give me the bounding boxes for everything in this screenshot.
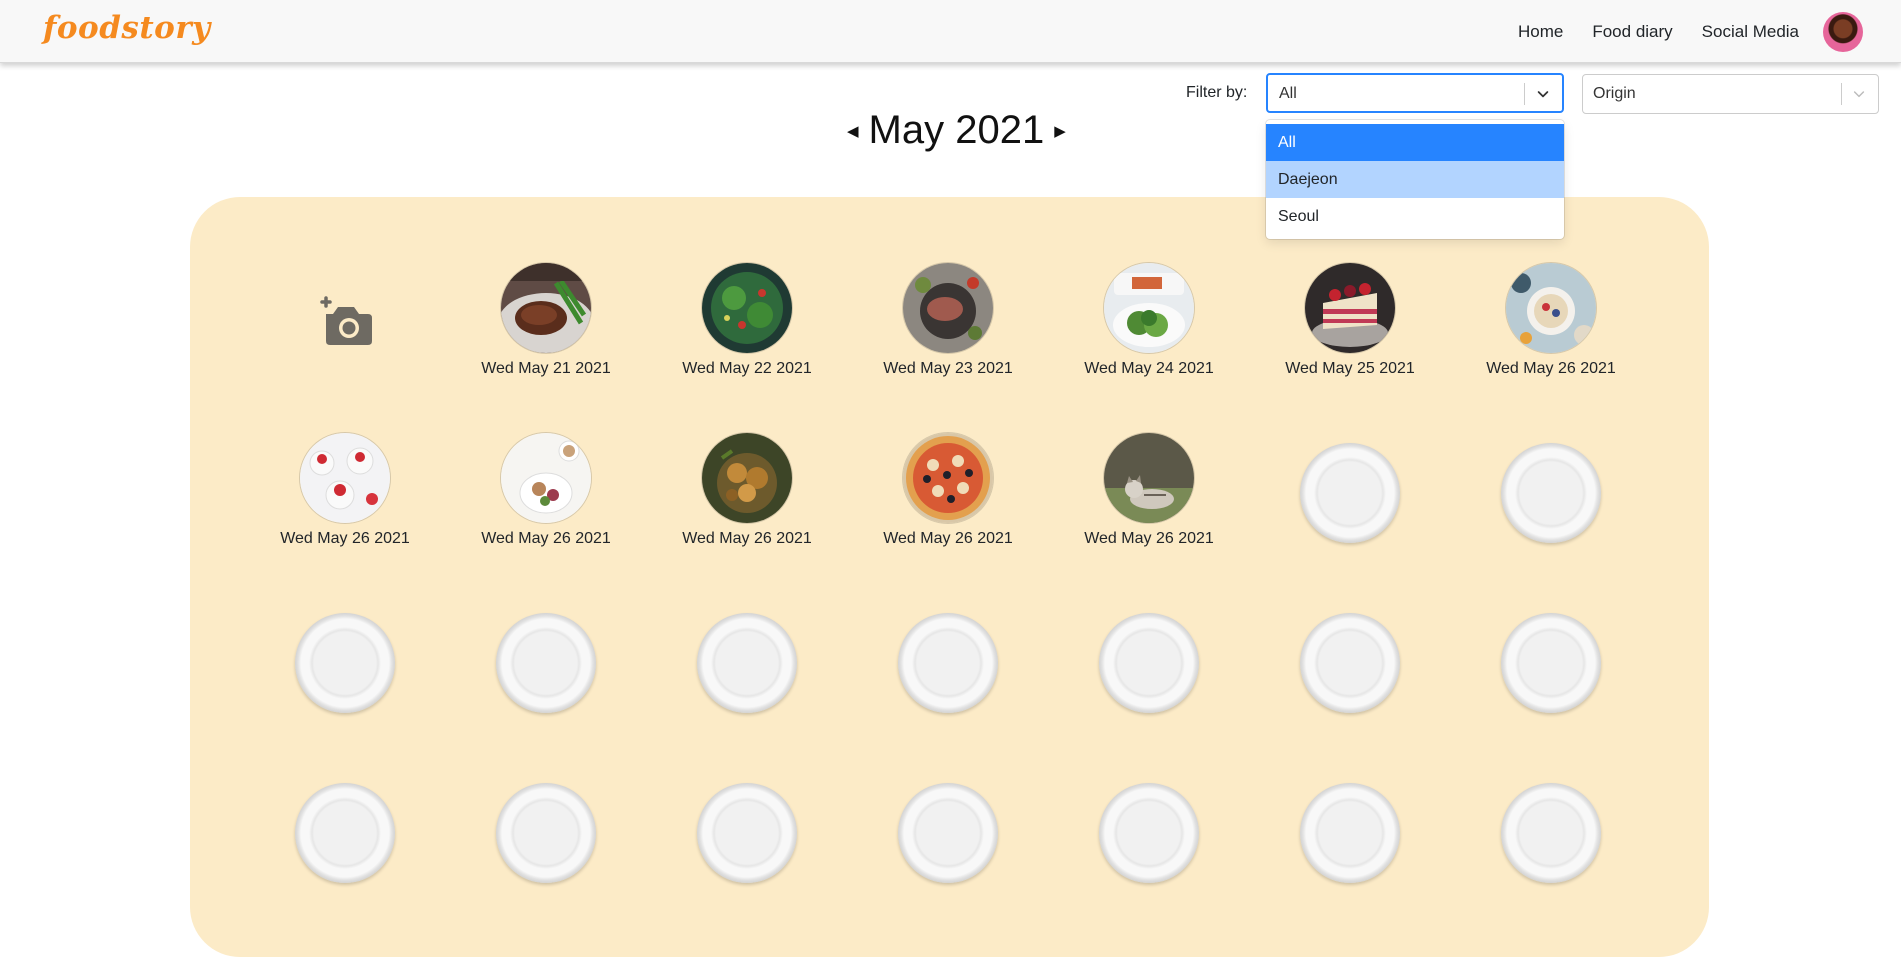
empty-day [1466,773,1636,933]
navbar: foodstory Home Food diary Social Media [0,0,1901,63]
option-seoul[interactable]: Seoul [1266,198,1564,235]
food-photo-steak[interactable] [501,263,591,353]
empty-plate[interactable] [898,783,998,883]
food-photo-brunch-plate[interactable] [501,433,591,523]
empty-day [1466,433,1636,593]
empty-plate[interactable] [295,613,395,713]
empty-plate[interactable] [496,783,596,883]
empty-plate[interactable] [1501,613,1601,713]
empty-day [461,773,631,933]
calendar-day[interactable]: Wed May 26 2021 [1466,263,1636,423]
nav-food-diary-link[interactable]: Food diary [1592,22,1672,42]
food-photo-green-salad[interactable] [702,263,792,353]
empty-plate[interactable] [1501,783,1601,883]
empty-day [1064,773,1234,933]
food-photo-strawberry-desserts[interactable] [300,433,390,523]
empty-day [662,603,832,763]
month-navigation: ◀ May 2021 ▶ [845,108,1068,153]
entry-date: Wed May 23 2021 [883,360,1013,377]
food-photo-meat-plate[interactable] [903,263,993,353]
calendar-day[interactable]: Wed May 23 2021 [863,263,1033,423]
entry-date: Wed May 26 2021 [1486,360,1616,377]
user-avatar[interactable] [1823,12,1863,52]
empty-plate[interactable] [1300,443,1400,543]
empty-plate[interactable] [295,783,395,883]
option-daejeon[interactable]: Daejeon [1266,161,1564,198]
app-logo[interactable]: foodstory [43,10,211,46]
empty-plate[interactable] [1501,443,1601,543]
entry-date: Wed May 26 2021 [481,530,611,547]
entry-date: Wed May 21 2021 [481,360,611,377]
month-title: May 2021 [868,108,1045,152]
caret-right-icon[interactable]: ▶ [1052,122,1068,140]
chevron-down-icon[interactable] [1535,86,1551,102]
filter-label: Filter by: [1186,84,1248,101]
food-calendar: Wed May 21 2021 Wed May 22 2021 Wed May … [190,197,1709,957]
entry-date: Wed May 26 2021 [883,530,1013,547]
region-filter-value: All [1279,85,1297,102]
entry-date: Wed May 26 2021 [1084,530,1214,547]
chevron-down-icon[interactable] [1851,86,1867,102]
empty-plate[interactable] [1099,783,1199,883]
entry-date: Wed May 25 2021 [1285,360,1415,377]
nav-social-media-link[interactable]: Social Media [1702,22,1799,42]
empty-plate[interactable] [697,613,797,713]
calendar-day[interactable]: Wed May 25 2021 [1265,263,1435,423]
calendar-day[interactable]: Wed May 26 2021 [461,433,631,593]
empty-day [1265,433,1435,593]
empty-plate[interactable] [697,783,797,883]
calendar-day[interactable]: Wed May 26 2021 [1064,433,1234,593]
empty-plate[interactable] [496,613,596,713]
entry-date: Wed May 26 2021 [682,530,812,547]
empty-day [863,603,1033,763]
entry-date: Wed May 26 2021 [280,530,410,547]
food-photo-breakfast-bowls[interactable] [1506,263,1596,353]
calendar-day[interactable]: Wed May 26 2021 [863,433,1033,593]
empty-day [1064,603,1234,763]
entry-date: Wed May 22 2021 [682,360,812,377]
calendar-day[interactable]: Wed May 26 2021 [662,433,832,593]
empty-day [1265,773,1435,933]
select-separator [1841,83,1842,105]
calendar-day[interactable]: Wed May 21 2021 [461,263,631,423]
nav-links: Home Food diary Social Media [1518,22,1799,42]
empty-day [863,773,1033,933]
add-photo-cell [260,263,430,423]
empty-plate[interactable] [1300,613,1400,713]
option-all[interactable]: All [1266,124,1564,161]
food-photo-salad-plates[interactable] [1104,263,1194,353]
empty-day [1466,603,1636,763]
region-filter-select[interactable]: All [1266,73,1564,113]
empty-day [260,773,430,933]
empty-day [260,603,430,763]
empty-day [1265,603,1435,763]
calendar-day[interactable]: Wed May 24 2021 [1064,263,1234,423]
empty-plate[interactable] [1099,613,1199,713]
empty-day [461,603,631,763]
origin-filter-placeholder: Origin [1593,85,1636,102]
food-photo-berry-cake[interactable] [1305,263,1395,353]
calendar-day[interactable]: Wed May 26 2021 [260,433,430,593]
food-photo-roasted-dish[interactable] [702,433,792,523]
nav-home-link[interactable]: Home [1518,22,1563,42]
food-photo-cat[interactable] [1104,433,1194,523]
entry-date: Wed May 24 2021 [1084,360,1214,377]
food-photo-pizza[interactable] [903,433,993,523]
origin-filter-select[interactable]: Origin [1582,74,1879,114]
empty-plate[interactable] [1300,783,1400,883]
select-separator [1524,83,1525,105]
empty-day [662,773,832,933]
add-photo-icon[interactable] [318,296,376,348]
empty-plate[interactable] [898,613,998,713]
caret-left-icon[interactable]: ◀ [845,122,861,140]
calendar-day[interactable]: Wed May 22 2021 [662,263,832,423]
region-filter-menu: All Daejeon Seoul [1266,120,1564,239]
